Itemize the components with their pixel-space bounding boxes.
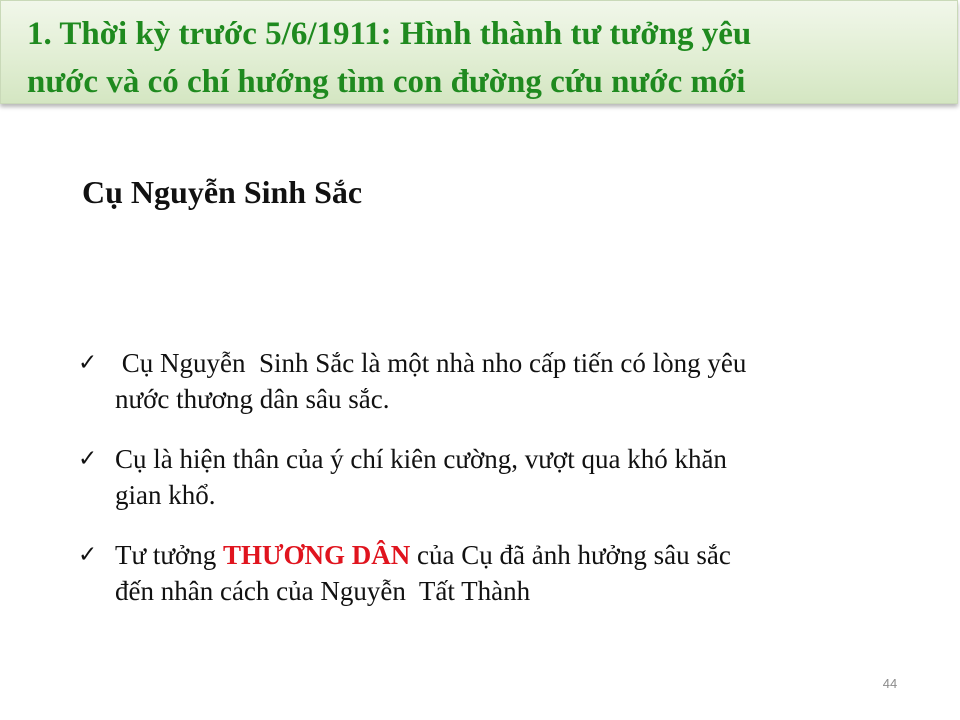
bullet-3-line-1-after: của Cụ đã ảnh hưởng sâu sắc xyxy=(410,540,731,570)
bullet-2-line-1: Cụ là hiện thân của ý chí kiên cường, vư… xyxy=(115,444,727,474)
emphasis-thuong-dan: THƯƠNG DÂN xyxy=(223,540,411,570)
slide-title-line-2: nước và có chí hướng tìm con đường cứu n… xyxy=(27,64,746,100)
bullet-text-1: Cụ Nguyễn Sinh Sắc là một nhà nho cấp ti… xyxy=(115,345,895,417)
slide-subtitle: Cụ Nguyễn Sinh Sắc xyxy=(82,174,363,210)
title-banner: 1. Thời kỳ trước 5/6/1911: Hình thành tư… xyxy=(0,0,958,104)
slide-title-line-1: 1. Thời kỳ trước 5/6/1911: Hình thành tư… xyxy=(27,16,752,52)
bullet-3-line-2: đến nhân cách của Nguyễn Tất Thành xyxy=(115,576,531,606)
bullet-1-line-2: nước thương dân sâu sắc. xyxy=(115,384,390,414)
checkmark-icon: ✓ xyxy=(78,446,98,472)
checkmark-icon: ✓ xyxy=(78,542,98,568)
bullet-text-2: Cụ là hiện thân của ý chí kiên cường, vư… xyxy=(115,441,895,513)
checkmark-icon: ✓ xyxy=(78,350,98,376)
bullet-1-line-1: Cụ Nguyễn Sinh Sắc là một nhà nho cấp ti… xyxy=(115,348,747,378)
bullet-2-line-2: gian khổ. xyxy=(115,480,216,510)
bullet-3-line-1-before: Tư tưởng xyxy=(115,540,224,570)
bullet-text-3: Tư tưởng THƯƠNG DÂN của Cụ đã ảnh hưởng … xyxy=(115,537,895,609)
page-number: 44 xyxy=(882,676,898,691)
